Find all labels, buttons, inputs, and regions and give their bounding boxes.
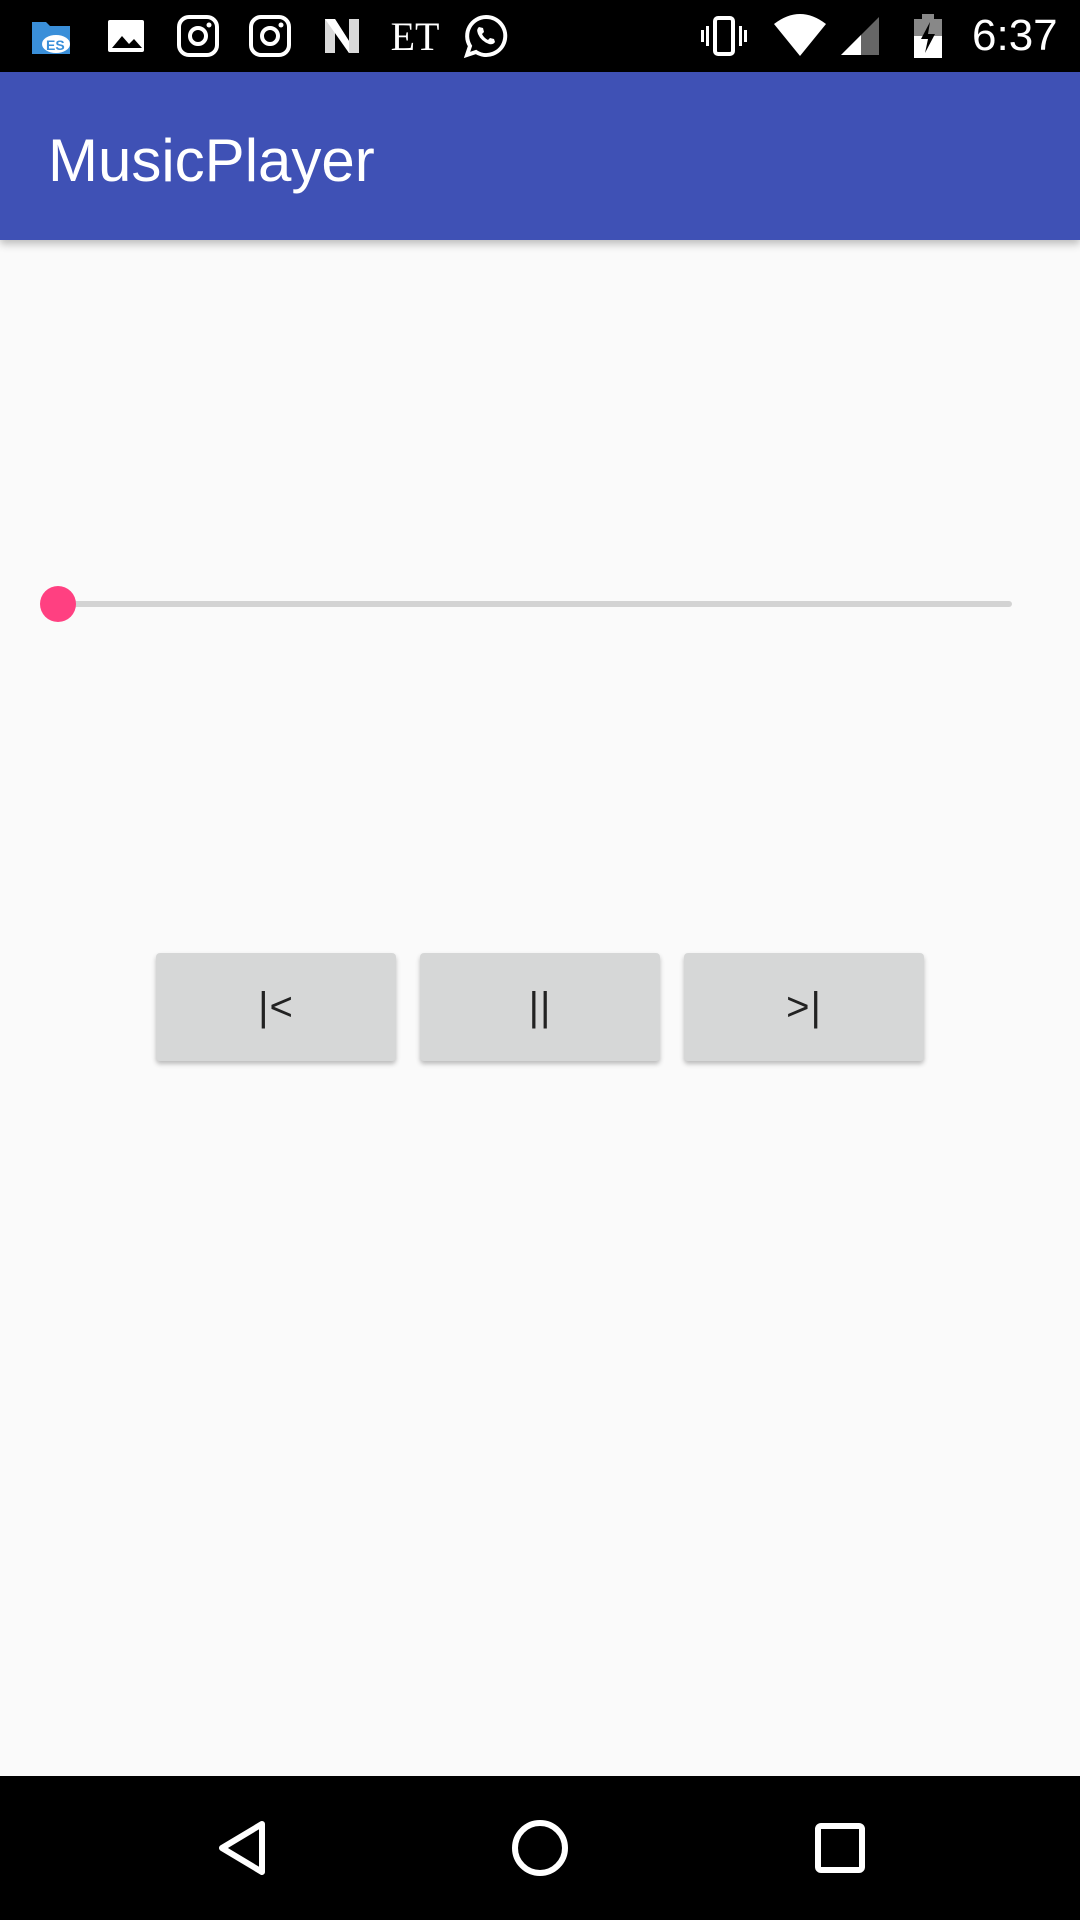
gallery-icon bbox=[102, 12, 150, 60]
instagram-icon bbox=[174, 12, 222, 60]
seek-track bbox=[54, 601, 1012, 607]
netflix-n-icon bbox=[318, 12, 366, 60]
next-button[interactable]: >| bbox=[684, 953, 924, 1061]
back-icon[interactable] bbox=[194, 1800, 290, 1896]
seek-bar[interactable] bbox=[34, 580, 1034, 628]
seek-thumb[interactable] bbox=[40, 586, 76, 622]
app-bar: MusicPlayer bbox=[0, 72, 1080, 240]
player-content: |< || >| bbox=[0, 240, 1080, 1776]
pause-button[interactable]: || bbox=[420, 953, 660, 1061]
recents-icon[interactable] bbox=[792, 1800, 888, 1896]
svg-text:ES: ES bbox=[46, 37, 65, 53]
previous-button[interactable]: |< bbox=[156, 953, 396, 1061]
battery-charging-icon bbox=[904, 12, 952, 60]
vibrate-icon bbox=[700, 12, 748, 60]
cell-signal-icon bbox=[836, 12, 884, 60]
navigation-bar bbox=[0, 1776, 1080, 1920]
economic-times-label: ET bbox=[390, 13, 440, 59]
whatsapp-icon bbox=[462, 12, 510, 60]
instagram-icon bbox=[246, 12, 294, 60]
economic-times-icon: ET bbox=[386, 12, 444, 60]
status-bar: ES ET 6:37 bbox=[0, 0, 1080, 72]
es-file-explorer-icon: ES bbox=[28, 12, 76, 60]
app-title: MusicPlayer bbox=[48, 127, 375, 194]
status-time: 6:37 bbox=[972, 11, 1058, 60]
wifi-icon bbox=[772, 12, 828, 60]
home-icon[interactable] bbox=[492, 1800, 588, 1896]
